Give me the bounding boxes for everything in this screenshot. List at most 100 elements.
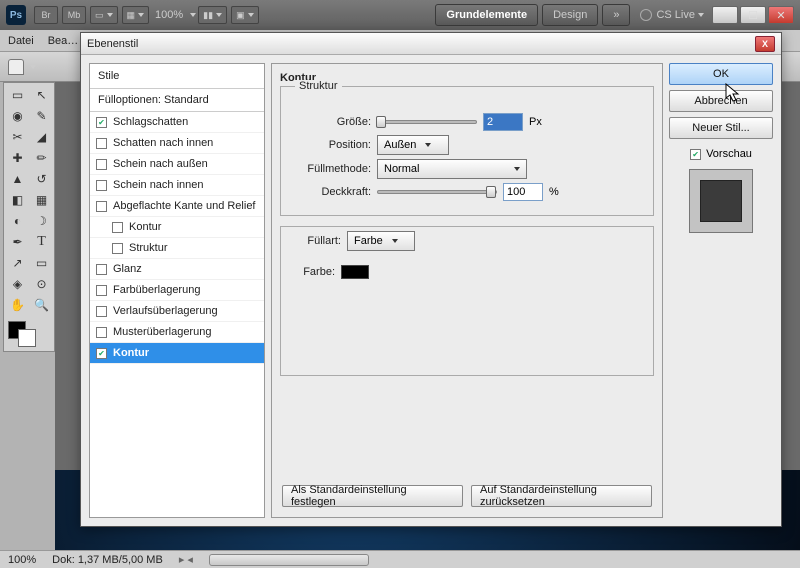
color-label: Farbe: [291, 266, 335, 278]
eyedropper-tool[interactable]: ◢ [30, 127, 53, 147]
blend-label: Füllmethode: [291, 163, 371, 175]
hand-tool[interactable]: ✋ [6, 295, 29, 315]
style-label: Farbüberlagerung [113, 284, 200, 296]
crop-tool[interactable]: ✂ [6, 127, 29, 147]
wand-tool[interactable]: ✎ [30, 106, 53, 126]
status-bar: 100% Dok: 1,37 MB/5,00 MB ▸ ◂ [0, 550, 800, 568]
window-maximize[interactable]: ☐ [740, 6, 766, 24]
style-checkbox[interactable] [96, 201, 107, 212]
style-verlaufs-berlagerung[interactable]: Verlaufsüberlagerung [90, 301, 264, 322]
dialog-title: Ebenenstil [87, 38, 755, 50]
style-muster-berlagerung[interactable]: Musterüberlagerung [90, 322, 264, 343]
menu-datei[interactable]: Datei [8, 35, 34, 47]
blend-select[interactable]: Normal [377, 159, 527, 179]
dialog-close[interactable]: X [755, 36, 775, 52]
cslive-menu[interactable]: CS Live [640, 9, 704, 21]
style-label: Schein nach innen [113, 179, 204, 191]
gradient-tool[interactable]: ▦ [30, 190, 53, 210]
ok-button[interactable]: OK [669, 63, 773, 85]
color-swatch[interactable] [341, 265, 369, 279]
filltype-select[interactable]: Farbe [347, 231, 415, 251]
style-checkbox[interactable] [112, 243, 123, 254]
size-slider[interactable] [377, 120, 477, 124]
style-farb-berlagerung[interactable]: Farbüberlagerung [90, 280, 264, 301]
br-button[interactable]: Br [34, 6, 58, 24]
3d-tool[interactable]: ◈ [6, 274, 29, 294]
zoom-level[interactable]: 100% [155, 9, 183, 21]
zoom-tool[interactable]: 🔍 [30, 295, 53, 315]
opacity-label: Deckkraft: [291, 186, 371, 198]
style-schein-nach-au-en[interactable]: Schein nach außen [90, 154, 264, 175]
lasso-tool[interactable]: ◉ [6, 106, 29, 126]
make-default-button[interactable]: Als Standardeinstellung festlegen [282, 485, 463, 507]
workspace-more[interactable]: » [602, 4, 630, 26]
preview-box [689, 169, 753, 233]
new-style-button[interactable]: Neuer Stil... [669, 117, 773, 139]
style-checkbox[interactable]: ✔ [96, 348, 107, 359]
screen-dropdown[interactable]: ▣ [231, 6, 259, 24]
brush-tool[interactable]: ✏ [30, 148, 53, 168]
style-schein-nach-innen[interactable]: Schein nach innen [90, 175, 264, 196]
marquee-tool[interactable]: ↖ [30, 85, 53, 105]
preview-checkbox[interactable]: ✔ [690, 149, 701, 160]
style-label: Schein nach außen [113, 158, 208, 170]
h-scrollbar[interactable] [209, 554, 369, 566]
style-checkbox[interactable] [96, 327, 107, 338]
style-struktur[interactable]: Struktur [90, 238, 264, 259]
status-zoom[interactable]: 100% [8, 554, 36, 566]
camera-tool[interactable]: ⊙ [30, 274, 53, 294]
mb-button[interactable]: Mb [62, 6, 86, 24]
path-tool[interactable]: ↗ [6, 253, 29, 273]
style-checkbox[interactable] [96, 159, 107, 170]
shape-tool[interactable]: ▭ [30, 253, 53, 273]
style-label: Verlaufsüberlagerung [113, 305, 218, 317]
style-checkbox[interactable] [96, 138, 107, 149]
opacity-unit: % [549, 186, 559, 198]
status-doc[interactable]: Dok: 1,37 MB/5,00 MB [52, 554, 163, 566]
color-swatches[interactable] [6, 319, 53, 349]
layout-dropdown[interactable]: ▭ [90, 6, 118, 24]
reset-default-button[interactable]: Auf Standardeinstellung zurücksetzen [471, 485, 652, 507]
style-checkbox[interactable]: ✔ [96, 117, 107, 128]
extras-dropdown[interactable]: ▦ [122, 6, 150, 24]
hand-icon [8, 59, 24, 75]
style-checkbox[interactable] [96, 264, 107, 275]
style-checkbox[interactable] [96, 306, 107, 317]
history-brush[interactable]: ↺ [30, 169, 53, 189]
style-kontur[interactable]: Kontur [90, 217, 264, 238]
fill-options[interactable]: Fülloptionen: Standard [90, 89, 264, 112]
style-kontur[interactable]: ✔Kontur [90, 343, 264, 364]
size-input[interactable] [483, 113, 523, 131]
workspace-grundelemente[interactable]: Grundelemente [435, 4, 538, 26]
opacity-slider[interactable] [377, 190, 497, 194]
style-label: Kontur [129, 221, 161, 233]
style-checkbox[interactable] [96, 285, 107, 296]
position-select[interactable]: Außen [377, 135, 449, 155]
opacity-input[interactable] [503, 183, 543, 201]
dodge-tool[interactable]: ☽ [30, 211, 53, 231]
style-label: Musterüberlagerung [113, 326, 211, 338]
heal-tool[interactable]: ✚ [6, 148, 29, 168]
style-label: Struktur [129, 242, 168, 254]
style-abgeflachte-kante-und-relief[interactable]: Abgeflachte Kante und Relief [90, 196, 264, 217]
window-minimize[interactable]: — [712, 6, 738, 24]
pen-tool[interactable]: ✒ [6, 232, 29, 252]
eraser-tool[interactable]: ◧ [6, 190, 29, 210]
arrange-dropdown[interactable]: ▮▮ [198, 6, 227, 24]
style-schatten-nach-innen[interactable]: Schatten nach innen [90, 133, 264, 154]
style-checkbox[interactable] [96, 180, 107, 191]
style-schlagschatten[interactable]: ✔Schlagschatten [90, 112, 264, 133]
struct-label: Struktur [295, 80, 342, 92]
menu-bearbeiten[interactable]: Bea… [48, 35, 79, 47]
stamp-tool[interactable]: ▲ [6, 169, 29, 189]
style-checkbox[interactable] [112, 222, 123, 233]
style-glanz[interactable]: Glanz [90, 259, 264, 280]
window-close[interactable]: ✕ [768, 6, 794, 24]
position-label: Position: [291, 139, 371, 151]
workspace-design[interactable]: Design [542, 4, 598, 26]
cancel-button[interactable]: Abbrechen [669, 90, 773, 112]
styles-list: Stile Fülloptionen: Standard ✔Schlagscha… [89, 63, 265, 518]
blur-tool[interactable]: ◐ [6, 211, 29, 231]
move-tool[interactable]: ▭ [6, 85, 29, 105]
type-tool[interactable]: T [30, 232, 53, 252]
